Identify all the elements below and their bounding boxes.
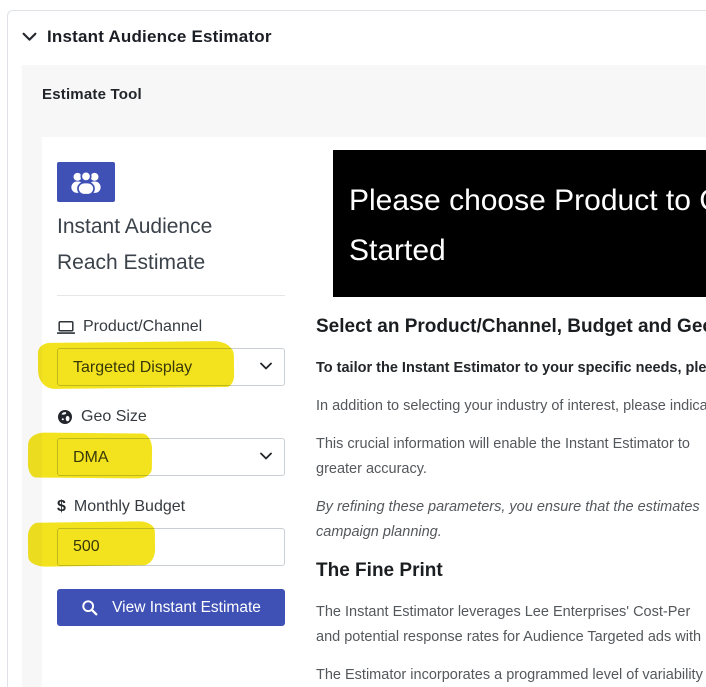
monthly-budget-input[interactable] bbox=[57, 528, 285, 566]
divider bbox=[57, 295, 285, 296]
product-channel-label: Product/Channel bbox=[57, 318, 285, 336]
accordion-title: Instant Audience Estimator bbox=[47, 27, 272, 47]
monthly-budget-label: $ Monthly Budget bbox=[57, 498, 285, 516]
banner-text-line1: Please choose Product to Get bbox=[349, 176, 706, 226]
content-row: Instant Audience Reach Estimate Product/… bbox=[42, 137, 706, 687]
chevron-down-icon[interactable] bbox=[22, 32, 37, 42]
intro-heading: Select an Product/Channel, Budget and Ge… bbox=[316, 314, 706, 340]
fine-print-heading: The Fine Print bbox=[316, 558, 706, 584]
product-channel-select[interactable]: Targeted Display bbox=[57, 348, 285, 386]
dollar-icon: $ bbox=[57, 498, 66, 516]
reach-estimate-form: Instant Audience Reach Estimate Product/… bbox=[42, 137, 300, 626]
search-icon bbox=[81, 599, 98, 616]
paragraph-leverage: The Instant Estimator leverages Lee Ente… bbox=[316, 600, 706, 650]
view-instant-estimate-button[interactable]: View Instant Estimate bbox=[57, 589, 285, 626]
banner-text-line2: Started bbox=[349, 226, 706, 276]
accordion-header[interactable]: Instant Audience Estimator bbox=[22, 27, 272, 47]
paragraph-refine: By refining these parameters, you ensure… bbox=[316, 495, 706, 545]
choose-product-banner: Please choose Product to Get Started bbox=[333, 150, 706, 297]
geo-size-label: Geo Size bbox=[57, 408, 285, 426]
users-icon bbox=[69, 170, 103, 195]
audience-icon-tile bbox=[57, 162, 115, 202]
instructions-column: Select an Product/Channel, Budget and Ge… bbox=[316, 314, 706, 687]
card-title: Instant Audience Reach Estimate bbox=[57, 209, 285, 281]
estimate-tool-title: Estimate Tool bbox=[42, 86, 142, 103]
monthly-budget-field bbox=[57, 528, 285, 566]
paragraph-industry: In addition to selecting your industry o… bbox=[316, 394, 706, 419]
geo-size-field: DMA bbox=[57, 438, 285, 476]
desktop-icon bbox=[57, 320, 75, 335]
paragraph-tailor: To tailor the Instant Estimator to your … bbox=[316, 356, 706, 381]
paragraph-variability: The Estimator incorporates a programmed … bbox=[316, 663, 706, 687]
product-channel-field: Targeted Display bbox=[57, 348, 285, 386]
geo-size-select[interactable]: DMA bbox=[57, 438, 285, 476]
globe-icon bbox=[57, 409, 73, 425]
paragraph-crucial: This crucial information will enable the… bbox=[316, 432, 706, 482]
